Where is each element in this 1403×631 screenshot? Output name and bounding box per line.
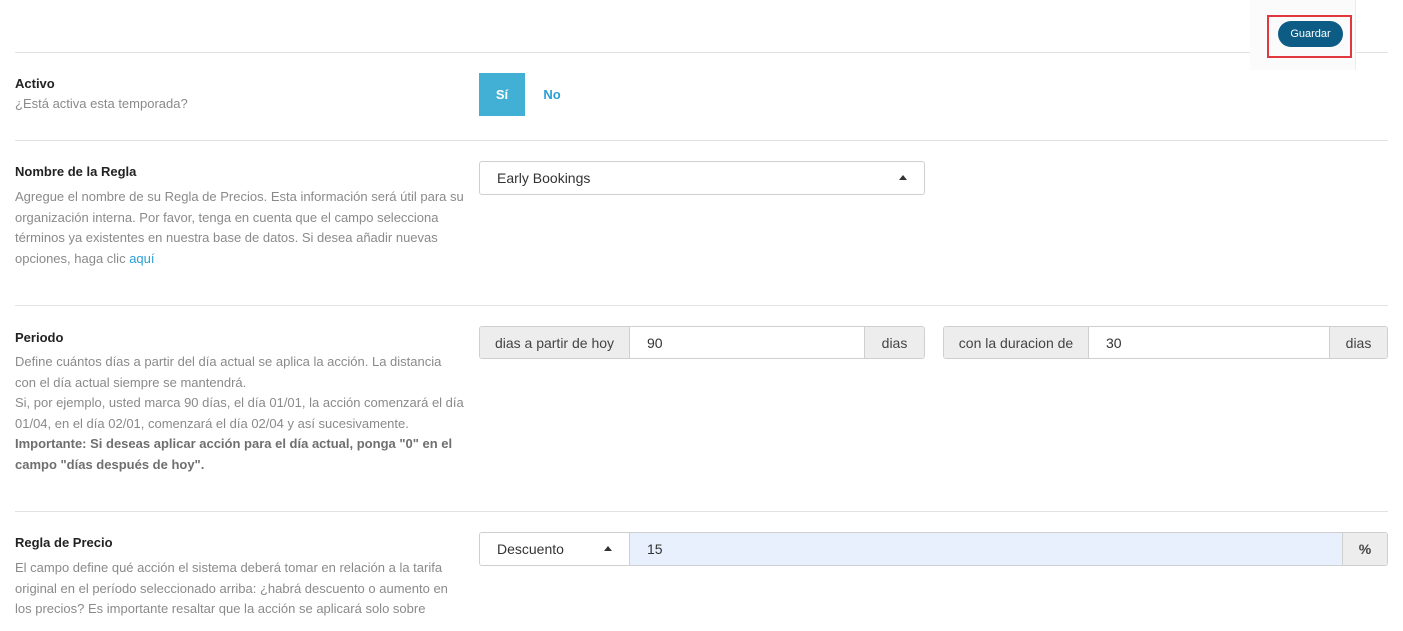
price-type-select[interactable]: Descuento <box>480 533 629 565</box>
duration-suffix: dias <box>1330 327 1387 358</box>
regla-precio-label: Regla de Precio <box>15 535 113 550</box>
rule-name-value: Early Bookings <box>497 170 591 186</box>
nombre-label: Nombre de la Regla <box>15 164 137 179</box>
duration-input[interactable]: 30 <box>1088 327 1330 358</box>
section-nombre-regla: Nombre de la Regla Agregue el nombre de … <box>15 141 1388 306</box>
section-periodo: Periodo Define cuántos días a partir del… <box>15 306 1388 512</box>
nombre-description: Agregue el nombre de su Regla de Precios… <box>15 187 465 269</box>
activo-description: ¿Está activa esta temporada? <box>15 96 188 111</box>
top-toolbar <box>15 0 1388 53</box>
duration-group: con la duracion de 30 dias <box>943 326 1388 359</box>
start-days-group: dias a partir de hoy 90 dias <box>479 326 925 359</box>
add-option-link[interactable]: aquí <box>129 251 154 266</box>
price-amount-input[interactable]: 15 <box>629 533 1343 565</box>
start-days-input[interactable]: 90 <box>629 327 865 358</box>
periodo-desc-line1: Define cuántos días a partir del día act… <box>15 354 442 390</box>
price-rule-group: Descuento 15 % <box>479 532 1388 566</box>
nombre-description-text: Agregue el nombre de su Regla de Precios… <box>15 189 464 266</box>
start-days-suffix: dias <box>865 327 924 358</box>
caret-up-icon <box>899 175 907 180</box>
toggle-yes-button[interactable]: Sí <box>479 73 525 116</box>
price-type-value: Descuento <box>497 541 564 557</box>
percent-suffix: % <box>1343 533 1387 565</box>
periodo-desc-important: Importante: Si deseas aplicar acción par… <box>15 436 453 472</box>
periodo-description: Define cuántos días a partir del día act… <box>15 352 465 475</box>
rule-name-select[interactable]: Early Bookings <box>479 161 925 195</box>
caret-up-icon <box>604 546 612 551</box>
toggle-no-button[interactable]: No <box>533 73 571 116</box>
section-regla-precio: Regla de Precio El campo define qué acci… <box>15 512 1388 631</box>
periodo-label: Periodo <box>15 330 64 345</box>
section-activo: Activo ¿Está activa esta temporada? Sí N… <box>15 53 1388 141</box>
save-button[interactable]: Guardar <box>1278 21 1343 47</box>
regla-precio-description: El campo define qué acción el sistema de… <box>15 560 448 616</box>
periodo-desc-line2: Si, por ejemplo, usted marca 90 días, el… <box>15 395 464 431</box>
duration-prefix: con la duracion de <box>944 327 1088 358</box>
start-days-prefix: dias a partir de hoy <box>480 327 629 358</box>
activo-label: Activo <box>15 76 55 91</box>
